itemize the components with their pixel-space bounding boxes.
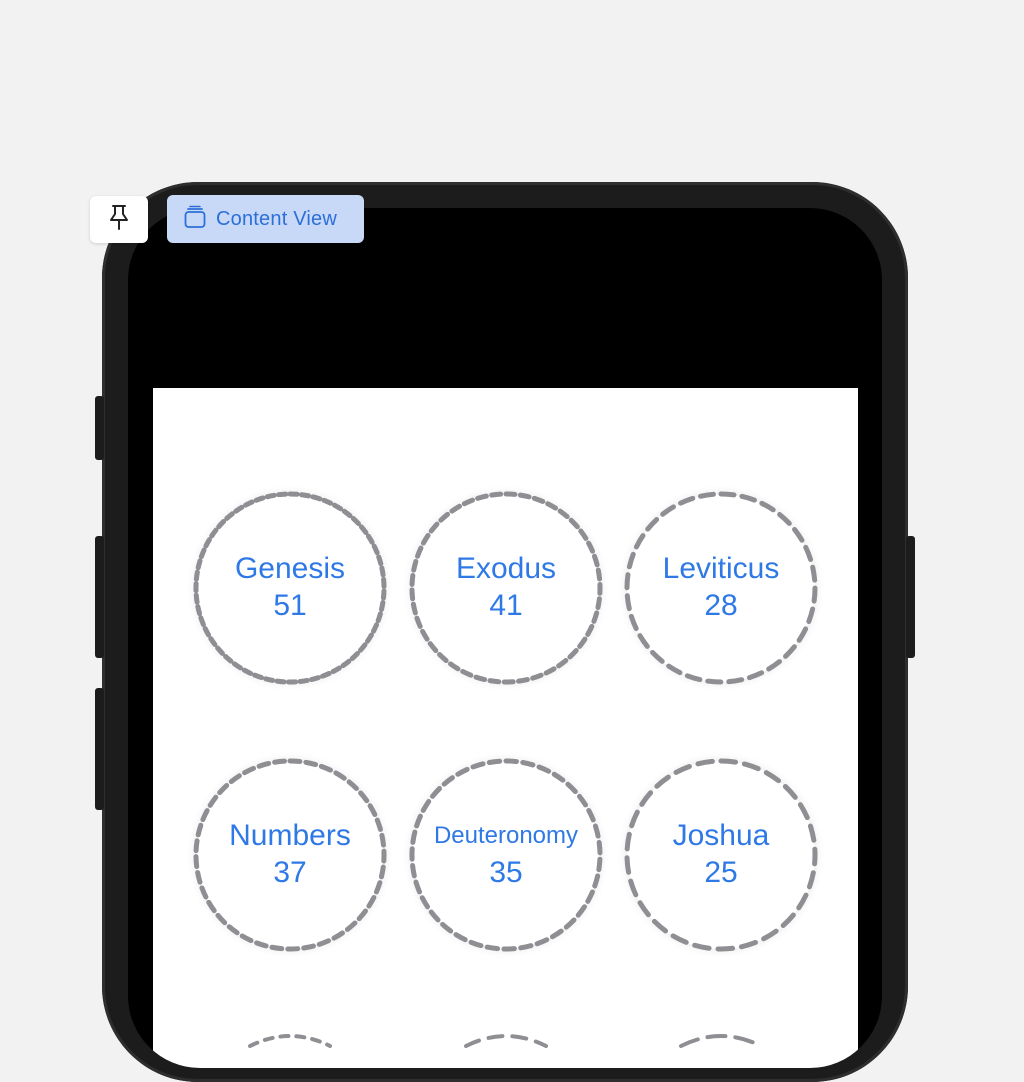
book-circle-genesis[interactable]: Genesis 51 [190, 488, 390, 688]
side-button-power [906, 536, 915, 658]
device-screen: Genesis 51 Exodus 41 Leviticus 28 Number… [128, 208, 882, 1068]
content-view: Genesis 51 Exodus 41 Leviticus 28 Number… [153, 388, 858, 1068]
partial-ring-row [248, 1034, 332, 1048]
chapter-count: 37 [273, 856, 307, 889]
book-name: Deuteronomy [433, 822, 579, 849]
partial-ring-row [464, 1034, 548, 1048]
book-circle-leviticus[interactable]: Leviticus 28 [621, 488, 821, 688]
stack-icon [184, 205, 206, 234]
chapter-count: 35 [489, 856, 523, 889]
book-name: Leviticus [662, 552, 780, 585]
side-button-mute [95, 396, 104, 460]
book-name: Exodus [455, 552, 557, 585]
partial-ring-row [679, 1034, 763, 1048]
book-circle-deuteronomy[interactable]: Deuteronomy 35 [406, 755, 606, 955]
book-grid: Genesis 51 Exodus 41 Leviticus 28 Number… [153, 388, 858, 1068]
content-view-label: Content View [216, 207, 337, 230]
side-button-volume-up [95, 536, 104, 658]
pin-button[interactable] [90, 196, 148, 243]
book-name: Genesis [234, 552, 346, 585]
chapter-count: 28 [704, 589, 738, 622]
book-name: Numbers [229, 819, 351, 852]
book-circle-numbers[interactable]: Numbers 37 [190, 755, 390, 955]
side-button-volume-down [95, 688, 104, 810]
book-circle-exodus[interactable]: Exodus 41 [406, 488, 606, 688]
chapter-count: 51 [273, 589, 307, 622]
book-circle-joshua[interactable]: Joshua 25 [621, 755, 821, 955]
chapter-count: 41 [489, 589, 523, 622]
book-name: Joshua [672, 819, 770, 852]
chapter-count: 25 [704, 856, 738, 889]
content-view-chip[interactable]: Content View [167, 195, 364, 243]
pin-icon [108, 204, 130, 235]
